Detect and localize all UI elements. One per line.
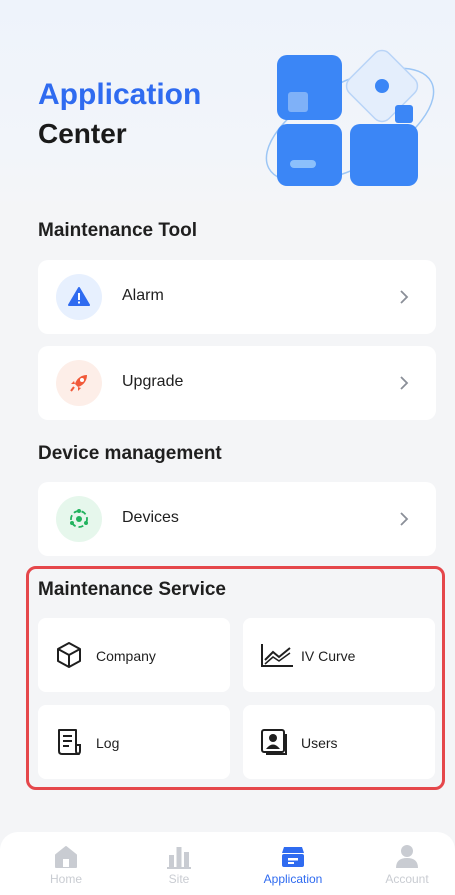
upgrade-item[interactable]: Upgrade [38, 346, 436, 420]
log-tile[interactable]: Log [38, 705, 230, 779]
rocket-icon [70, 375, 87, 392]
devices-item[interactable]: Devices [38, 482, 436, 556]
log-label: Log [96, 735, 120, 751]
alarm-item[interactable]: Alarm [38, 260, 436, 334]
alarm-icon [68, 287, 90, 306]
company-label: Company [96, 648, 156, 664]
log-icon [58, 729, 81, 755]
tab-account[interactable]: Account [350, 832, 455, 895]
devices-icon [70, 509, 88, 528]
section-title-maintenance-service: Maintenance Service [38, 579, 226, 600]
page-title-line2: Center [38, 118, 127, 149]
alarm-label: Alarm [122, 287, 164, 304]
page-title-line1: Application [38, 78, 202, 111]
iv-curve-tile[interactable]: IV Curve [243, 618, 435, 692]
bottom-tab-bar: Home Site Application Account [0, 832, 455, 895]
company-icon [57, 642, 81, 668]
chevron-right-icon [400, 512, 409, 526]
tab-home-label: Home [49, 872, 82, 886]
upgrade-label: Upgrade [122, 373, 184, 390]
chevron-right-icon [400, 376, 409, 390]
devices-label: Devices [122, 509, 179, 526]
upgrade-icon-wrap [56, 360, 102, 406]
header-banner: Application Center [0, 0, 455, 210]
iv-curve-icon [261, 644, 293, 667]
application-center-illustration [265, 49, 435, 186]
tab-application-label: Application [263, 872, 323, 886]
tab-site[interactable]: Site [122, 832, 236, 895]
section-title-device-management: Device management [38, 443, 222, 464]
site-icon [167, 847, 191, 869]
chevron-right-icon [400, 290, 409, 304]
tab-application[interactable]: Application [236, 832, 350, 895]
home-icon [55, 846, 77, 868]
users-tile[interactable]: Users [243, 705, 435, 779]
account-icon [396, 845, 418, 868]
application-icon [282, 847, 304, 867]
users-icon [261, 729, 287, 755]
users-label: Users [301, 735, 338, 751]
section-title-maintenance-tool: Maintenance Tool [38, 220, 198, 241]
iv-curve-label: IV Curve [301, 648, 356, 664]
company-tile[interactable]: Company [38, 618, 230, 692]
tab-home[interactable]: Home [9, 832, 123, 895]
devices-icon-wrap [56, 496, 102, 542]
tab-site-label: Site [168, 872, 190, 886]
alarm-icon-wrap [56, 274, 102, 320]
tab-account-label: Account [385, 872, 429, 886]
